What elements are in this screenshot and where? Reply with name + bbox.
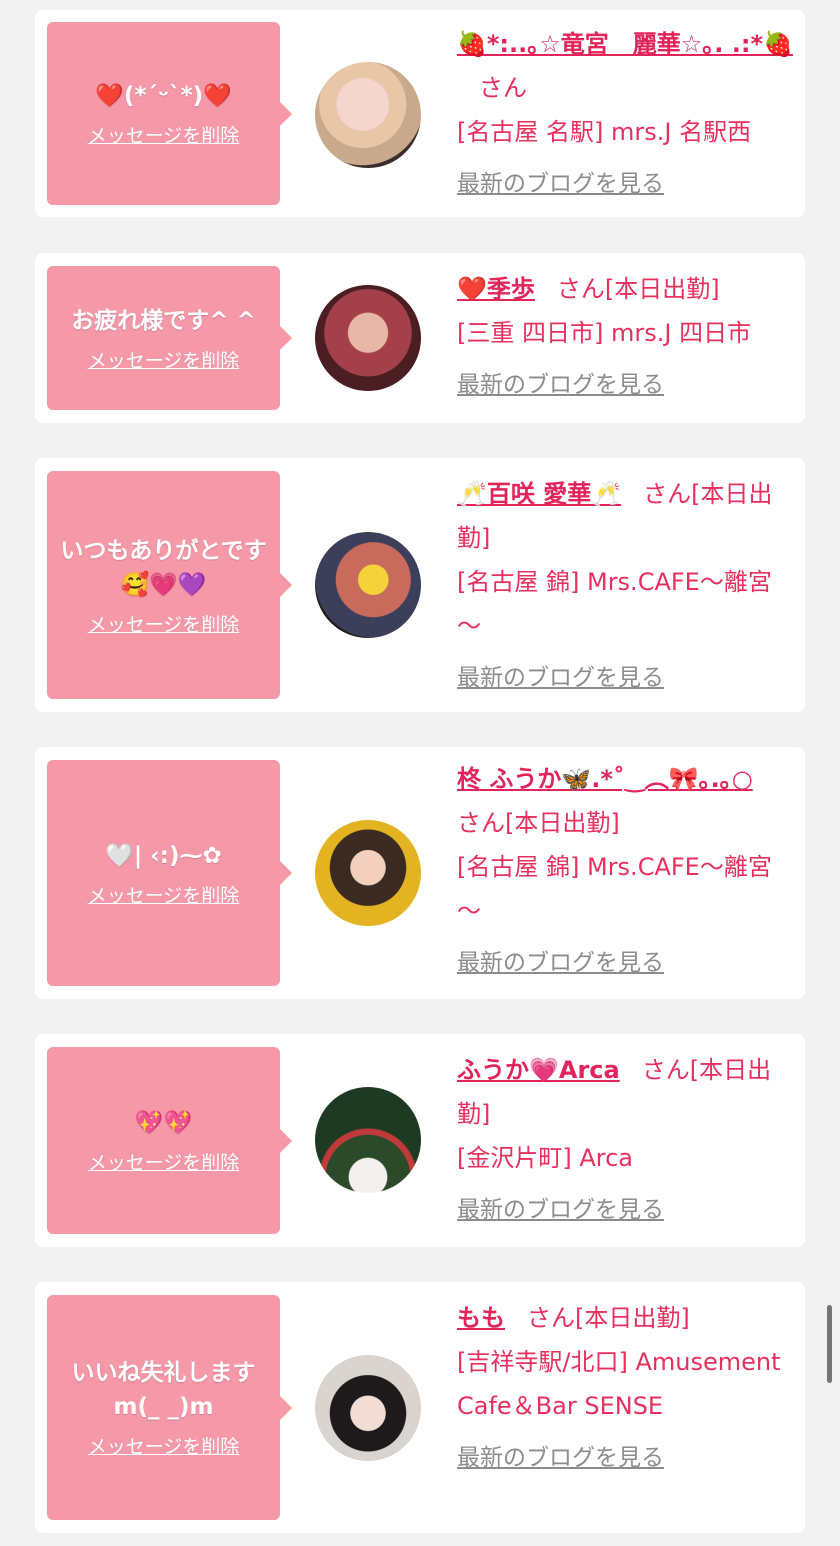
attendance-status: [本日出勤] [505, 809, 620, 837]
message-text: いいね失礼しますm(_ _)m [71, 1360, 256, 1420]
message-bubble: お疲れ様です^ ^ メッセージを削除 [47, 266, 292, 410]
profile-name-link[interactable]: ふうか💗Arca [457, 1056, 620, 1084]
avatar[interactable] [315, 1355, 421, 1461]
profile-info: ❤️季歩 さん[本日出勤] [三重 四日市] mrs.J 四日市 最新のブログを見… [457, 267, 793, 407]
message-bubble: ❤️(*´ᵕ`*)❤️ メッセージを削除 [47, 22, 292, 205]
shop-name: [名古屋 錦] Mrs.CAFE～離宮～ [457, 568, 772, 640]
delete-message-link[interactable]: メッセージを削除 [88, 121, 240, 148]
attendance-status: [本日出勤] [604, 275, 720, 303]
message-text: ❤️(*´ᵕ`*)❤️ [95, 83, 232, 109]
message-bubble: いいね失礼しますm(_ _)m メッセージを削除 [47, 1295, 292, 1520]
honorific: さん [527, 1304, 575, 1332]
honorific: さん [641, 1056, 690, 1084]
message-text: お疲れ様です^ ^ [71, 307, 256, 334]
latest-blog-link[interactable]: 最新のブログを見る [457, 656, 793, 700]
avatar[interactable] [315, 1087, 421, 1193]
profile-name-link[interactable]: 🥂百咲 愛華🥂 [457, 480, 621, 508]
latest-blog-link[interactable]: 最新のブログを見る [457, 162, 793, 206]
profile-name-link[interactable]: もも [457, 1304, 505, 1332]
avatar[interactable] [315, 532, 421, 638]
shop-name: [吉祥寺駅/北口] Amusement Cafe＆Bar SENSE [457, 1348, 781, 1420]
honorific: さん [457, 809, 505, 837]
latest-blog-link[interactable]: 最新のブログを見る [457, 1436, 793, 1480]
avatar[interactable] [315, 820, 421, 926]
latest-blog-link[interactable]: 最新のブログを見る [457, 1188, 793, 1232]
attendance-status: [本日出勤] [575, 1304, 690, 1332]
shop-name: [名古屋 錦] Mrs.CAFE～離宮～ [457, 853, 772, 925]
profile-name-link[interactable]: 柊 ふうか🦋.*˚‿︵🎀｡.｡○ [457, 765, 753, 793]
profile-info: もも さん[本日出勤] [吉祥寺駅/北口] Amusement Cafe＆Bar … [457, 1296, 793, 1480]
message-text: 🤍| ‹:)⁓✿ [105, 842, 222, 869]
message-bubble: いつもありがとです🥰💗💜 メッセージを削除 [47, 471, 292, 699]
shop-name: [三重 四日市] mrs.J 四日市 [457, 319, 752, 347]
profile-name-link[interactable]: ❤️季歩 [457, 275, 535, 303]
honorific: さん [479, 74, 527, 102]
favorite-card: お疲れ様です^ ^ メッセージを削除 ❤️季歩 さん[本日出勤] [三重 四日市]… [35, 253, 805, 423]
avatar[interactable] [315, 62, 421, 168]
honorific: さん [556, 275, 605, 303]
favorite-card: いつもありがとです🥰💗💜 メッセージを削除 🥂百咲 愛華🥂 さん[本日出勤] [名… [35, 458, 805, 712]
delete-message-link[interactable]: メッセージを削除 [88, 1148, 240, 1175]
delete-message-link[interactable]: メッセージを削除 [88, 346, 240, 373]
scrollbar[interactable] [827, 1305, 832, 1383]
favorite-card: 🤍| ‹:)⁓✿ メッセージを削除 柊 ふうか🦋.*˚‿︵🎀｡.｡○ さん[本日出… [35, 747, 805, 999]
favorite-card: いいね失礼しますm(_ _)m メッセージを削除 もも さん[本日出勤] [吉祥寺… [35, 1282, 805, 1533]
profile-info: ふうか💗Arca さん[本日出勤] [金沢片町] Arca 最新のブログを見る [457, 1048, 793, 1232]
message-bubble: 🤍| ‹:)⁓✿ メッセージを削除 [47, 760, 292, 986]
profile-info: 🍓*:..｡☆竜宮 麗華☆｡. .:*🍓 さん [名古屋 名駅] mrs.J 名駅… [457, 22, 793, 206]
profile-info: 柊 ふうか🦋.*˚‿︵🎀｡.｡○ さん[本日出勤] [名古屋 錦] Mrs.CAF… [457, 757, 793, 985]
message-text: 💖💖 [134, 1110, 193, 1136]
latest-blog-link[interactable]: 最新のブログを見る [457, 363, 793, 407]
delete-message-link[interactable]: メッセージを削除 [88, 1432, 240, 1459]
message-text: いつもありがとです🥰💗💜 [60, 537, 267, 598]
shop-name: [名古屋 名駅] mrs.J 名駅西 [457, 118, 752, 146]
avatar[interactable] [315, 285, 421, 391]
favorite-card: ❤️(*´ᵕ`*)❤️ メッセージを削除 🍓*:..｡☆竜宮 麗華☆｡. .:*… [35, 10, 805, 217]
favorite-card: 💖💖 メッセージを削除 ふうか💗Arca さん[本日出勤] [金沢片町] Arca… [35, 1034, 805, 1247]
profile-info: 🥂百咲 愛華🥂 さん[本日出勤] [名古屋 錦] Mrs.CAFE～離宮～ 最新の… [457, 472, 793, 700]
delete-message-link[interactable]: メッセージを削除 [88, 881, 240, 908]
message-bubble: 💖💖 メッセージを削除 [47, 1047, 292, 1234]
latest-blog-link[interactable]: 最新のブログを見る [457, 941, 793, 985]
shop-name: [金沢片町] Arca [457, 1144, 634, 1172]
profile-name-link[interactable]: 🍓*:..｡☆竜宮 麗華☆｡. .:*🍓 [457, 30, 793, 58]
honorific: さん [643, 480, 692, 508]
delete-message-link[interactable]: メッセージを削除 [88, 610, 240, 637]
